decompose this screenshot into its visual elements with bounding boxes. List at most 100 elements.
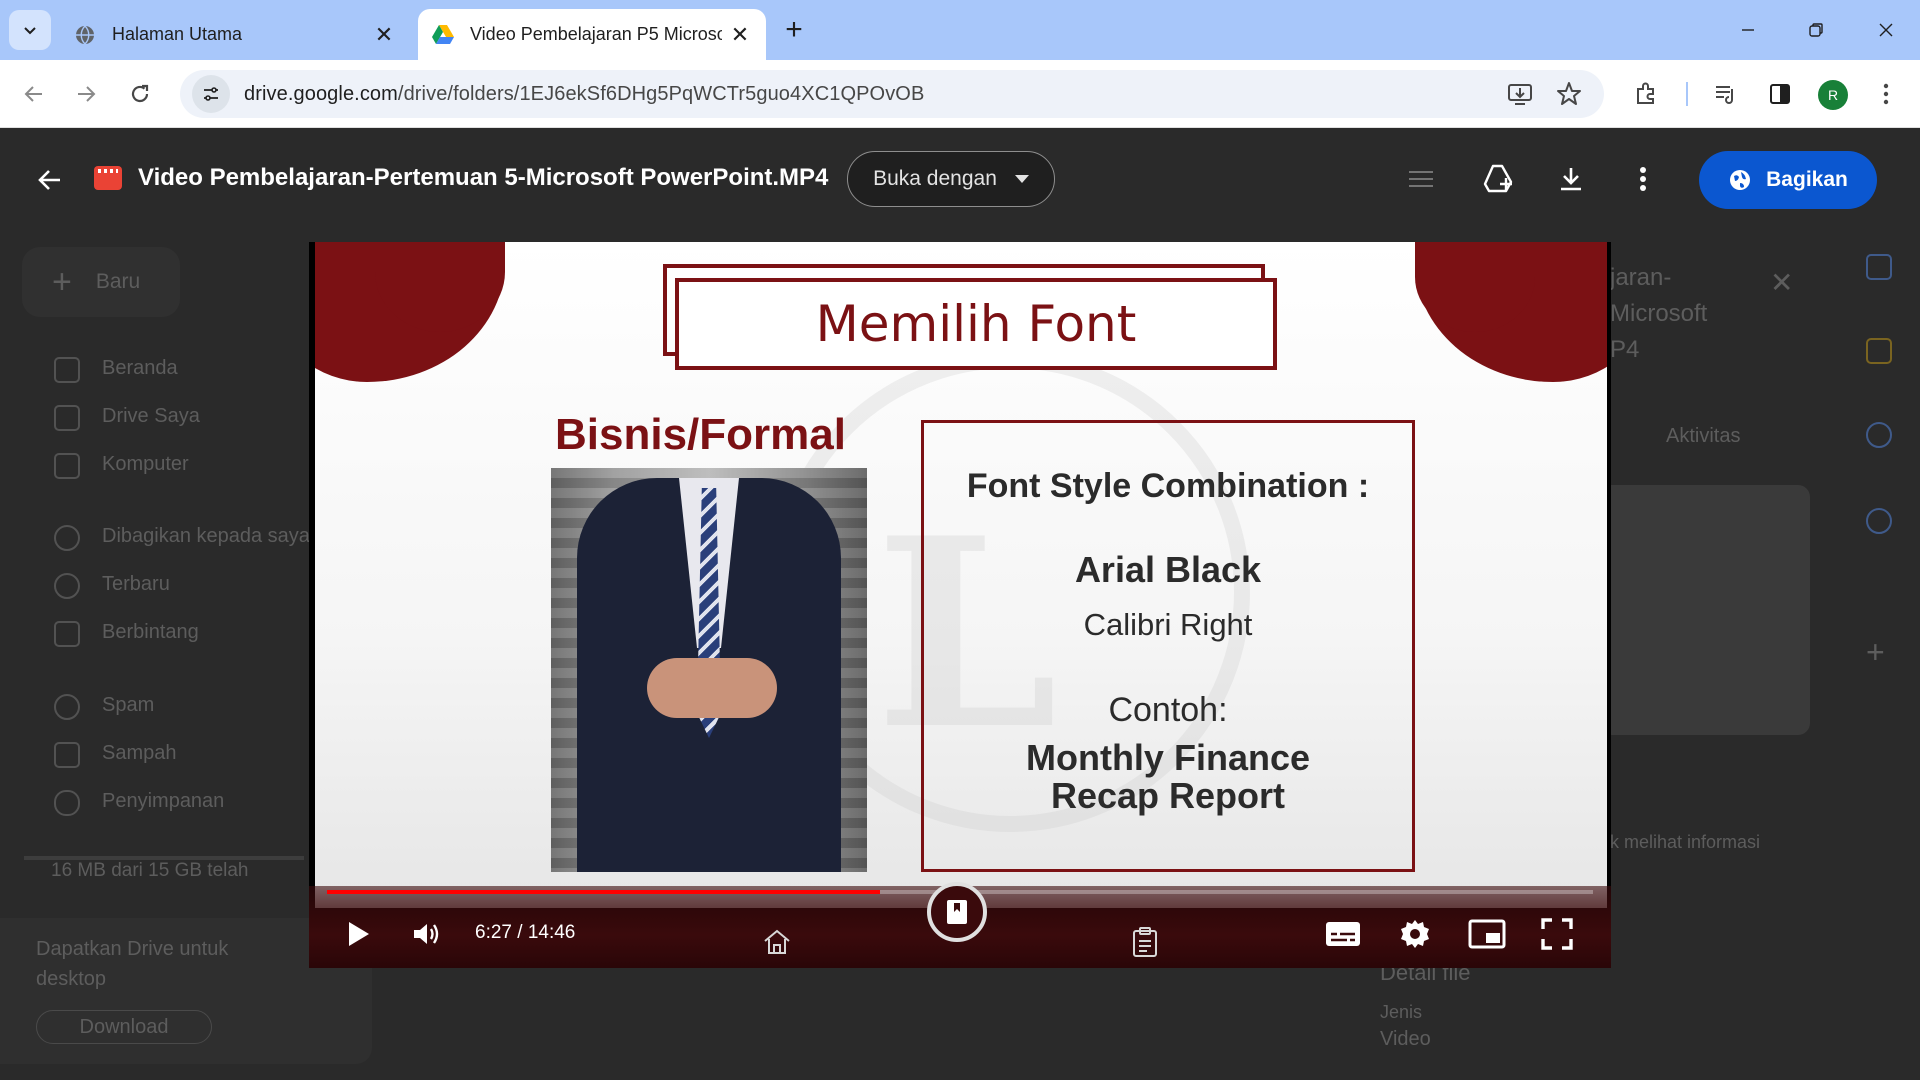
volume-button[interactable] <box>405 912 449 956</box>
contacts-icon <box>1866 508 1892 534</box>
video-frame-slide: L Memilih Font Bisnis/Formal Font Style … <box>315 242 1607 908</box>
sidebar-item-berbintang: Berbintang <box>102 621 199 643</box>
computer-icon <box>54 453 80 479</box>
video-file-icon <box>94 166 122 190</box>
clock-icon <box>54 573 80 599</box>
adjust-icon <box>1400 158 1442 200</box>
fullscreen-button[interactable] <box>1535 912 1579 956</box>
miniplayer-icon <box>1468 919 1506 949</box>
spam-icon <box>54 694 80 720</box>
back-button[interactable] <box>14 74 54 114</box>
share-label: Bagikan <box>1766 168 1848 191</box>
tab-title: Halaman Utama <box>112 24 243 44</box>
url-path: /drive/folders/1EJ6ekSf6DHg5PqWCTr5guo4X… <box>397 82 925 105</box>
profile-avatar[interactable]: R <box>1818 80 1848 110</box>
tab-aktivitas: Aktivitas <box>1666 425 1741 447</box>
bookmark-star-icon[interactable] <box>1554 79 1584 109</box>
reload-button[interactable] <box>120 74 160 114</box>
open-with-button[interactable]: Buka dengan <box>847 151 1055 207</box>
globe-icon <box>1730 170 1751 190</box>
gear-icon <box>1401 920 1429 948</box>
my-drive-icon <box>54 405 80 431</box>
slide-category: Bisnis/Formal <box>555 410 846 459</box>
time-display: 6:27 / 14:46 <box>475 922 576 943</box>
video-player[interactable]: L Memilih Font Bisnis/Formal Font Style … <box>309 242 1611 968</box>
chrome-menu-icon[interactable] <box>1866 74 1906 114</box>
tab-title: Video Pembelajaran P5 Microsoft PowerPoi… <box>470 24 722 44</box>
media-controls-icon[interactable] <box>1706 74 1746 114</box>
close-window-button[interactable] <box>1862 10 1910 50</box>
calendar-icon <box>1866 254 1892 280</box>
url-text: drive.google.com/drive/folders/1EJ6ekSf6… <box>244 83 924 106</box>
details-title-line3: P4 <box>1610 336 1640 363</box>
google-drive-icon <box>432 24 454 46</box>
captions-button[interactable] <box>1321 912 1365 956</box>
address-bar[interactable]: drive.google.com/drive/folders/1EJ6ekSf6… <box>180 70 1604 118</box>
more-actions-icon[interactable] <box>1622 158 1664 200</box>
tasks-icon <box>1866 422 1892 448</box>
example-text-line2: Recap Report <box>1050 775 1286 816</box>
slide-bookmark-button <box>927 882 987 942</box>
font-combination-box: Font Style Combination : Arial Black Cal… <box>921 420 1415 872</box>
forward-button[interactable] <box>66 74 106 114</box>
side-panel-icon[interactable] <box>1760 74 1800 114</box>
add-addon-icon: + <box>1866 634 1885 670</box>
businessman-photo <box>551 468 867 872</box>
globe-icon <box>74 24 96 46</box>
reload-icon <box>131 84 149 103</box>
browser-toolbar: drive.google.com/drive/folders/1EJ6ekSf6… <box>0 60 1920 128</box>
play-icon <box>349 922 369 946</box>
dropdown-arrow-icon <box>1014 175 1029 183</box>
slide-title: Memilih Font <box>675 278 1277 370</box>
keep-icon <box>1866 338 1892 364</box>
new-button-label: Baru <box>95 270 141 293</box>
sidebar-item-penyimpanan: Penyimpanan <box>102 790 225 812</box>
tab-search-button[interactable] <box>9 10 51 50</box>
font-primary: Arial Black <box>1074 549 1262 590</box>
plus-icon: + <box>52 263 72 301</box>
trash-icon <box>54 742 80 768</box>
close-icon <box>1879 23 1893 37</box>
play-button[interactable] <box>337 912 381 956</box>
download-icon[interactable] <box>1550 158 1592 200</box>
site-settings-icon[interactable] <box>192 75 230 113</box>
open-with-label: Buka dengan <box>873 167 997 190</box>
progress-played <box>327 890 881 894</box>
new-button: + Baru <box>22 247 180 317</box>
fullscreen-icon <box>1541 918 1573 950</box>
home-icon <box>54 357 80 383</box>
minimize-button[interactable] <box>1724 10 1772 50</box>
share-button[interactable]: Bagikan <box>1699 151 1877 209</box>
sidebar-item-dibagikan: Dibagikan kepada saya <box>102 525 310 547</box>
example-text-line1: Monthly Finance <box>1025 737 1310 778</box>
sidebar-item-sampah: Sampah <box>102 742 177 764</box>
url-host: drive.google.com <box>244 82 398 105</box>
extensions-icon[interactable] <box>1626 74 1666 114</box>
minimize-icon <box>1742 29 1754 31</box>
close-tab-icon[interactable]: ✕ <box>728 22 752 47</box>
restore-button[interactable] <box>1792 10 1840 50</box>
settings-button[interactable] <box>1393 912 1437 956</box>
tab-halaman-utama[interactable]: Halaman Utama ✕ <box>60 9 410 60</box>
close-viewer-button[interactable] <box>30 160 70 200</box>
shared-icon <box>54 525 80 551</box>
storage-text: 16 MB dari 15 GB telah <box>51 860 249 881</box>
viewer-file-title: Video Pembelajaran-Pertemuan 5-Microsoft… <box>138 164 829 191</box>
new-tab-button[interactable]: + <box>778 13 810 46</box>
sidebar-item-komputer: Komputer <box>102 453 189 475</box>
browser-tab-strip: Halaman Utama ✕ Video Pembelajaran P5 Mi… <box>0 0 1920 60</box>
box-heading: Font Style Combination : <box>966 467 1370 505</box>
install-app-icon[interactable] <box>1505 79 1535 109</box>
type-value: Video <box>1380 1028 1431 1050</box>
miniplayer-button[interactable] <box>1465 912 1509 956</box>
arrow-right-icon <box>78 86 96 102</box>
example-label: Contoh: <box>1108 691 1228 729</box>
sidebar-item-spam: Spam <box>102 694 155 716</box>
tab-video-pembelajaran[interactable]: Video Pembelajaran P5 Microsoft PowerPoi… <box>418 9 766 60</box>
slide-home-icon <box>757 922 797 962</box>
details-title-line1: jaran- <box>1610 264 1672 291</box>
close-tab-icon[interactable]: ✕ <box>372 22 396 47</box>
add-shortcut-to-drive-icon[interactable] <box>1478 158 1520 200</box>
volume-icon <box>414 924 439 944</box>
arrow-left-icon <box>38 170 60 190</box>
